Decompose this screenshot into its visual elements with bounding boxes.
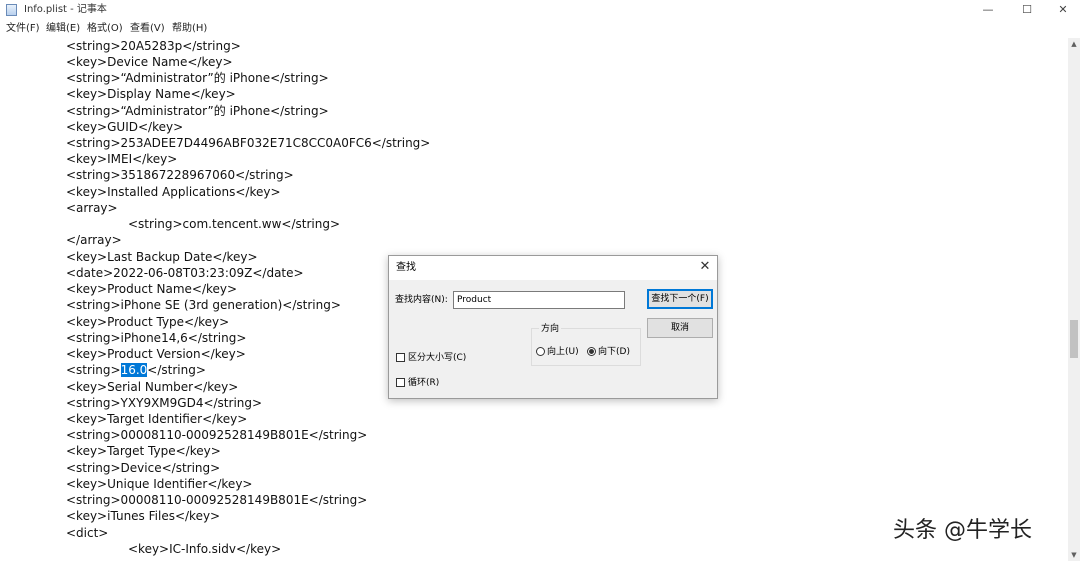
menu-edit[interactable]: 编辑(E) (46, 22, 80, 36)
find-what-label: 查找内容(N): (395, 295, 448, 305)
editor-line: <date>2022-06-08T03:23:09Z</date> (66, 266, 304, 280)
editor-line: <key>Target Identifier</key> (66, 412, 248, 426)
editor-line: <array> (66, 201, 118, 215)
find-dialog-close-icon[interactable]: ✕ (697, 259, 713, 275)
editor-line: <key>Device Name</key> (66, 55, 233, 69)
editor-line: <string>Device</string> (66, 461, 221, 475)
menu-file[interactable]: 文件(F) (6, 22, 40, 36)
editor-line: <dict> (66, 526, 109, 540)
menu-format[interactable]: 格式(O) (87, 22, 123, 36)
editor-line: <key>Installed Applications</key> (66, 185, 281, 199)
watermark-text: 头条 @牛学长 (893, 518, 1032, 543)
find-dialog-titlebar[interactable]: 查找 ✕ (389, 256, 717, 280)
match-case-checkbox[interactable] (396, 353, 405, 362)
editor-line: <string>253ADEE7D4496ABF032E71C8CC0A0FC6… (66, 136, 431, 150)
editor-line: <key>Unique Identifier</key> (66, 477, 253, 491)
editor-line: <string>iPhone SE (3rd generation)</stri… (66, 298, 341, 312)
editor-line-selected: <string>16.0</string> (66, 362, 206, 378)
editor-line: <key>Product Name</key> (66, 282, 238, 296)
editor-line: <key>Product Type</key> (66, 315, 230, 329)
editor-line: <key>iTunes Files</key> (66, 509, 221, 523)
scroll-up-arrow-icon[interactable]: ▲ (1068, 38, 1080, 50)
editor-line: <string>00008110-00092528149B801E</strin… (66, 493, 368, 507)
wrap-around-checkbox[interactable] (396, 378, 405, 387)
direction-up-radio[interactable] (536, 347, 545, 356)
editor-line: <string>YXY9XM9GD4</string> (66, 396, 263, 410)
text-selection: 16.0 (120, 363, 148, 377)
editor-line: <string>iPhone14,6</string> (66, 331, 247, 345)
find-dialog: 查找 ✕ 查找内容(N): 查找下一个(F) 取消 方向 向上(U) 向下(D)… (388, 255, 718, 399)
direction-down-label[interactable]: 向下(D) (598, 346, 630, 358)
direction-label: 方向 (539, 323, 562, 335)
window-title: Info.plist - 记事本 (24, 4, 107, 15)
editor-line: <key>IMEI</key> (66, 152, 178, 166)
editor-line: <string>351867228967060</string> (66, 168, 294, 182)
menu-view[interactable]: 查看(V) (130, 22, 165, 36)
direction-down-radio[interactable] (587, 347, 596, 356)
editor-line: <key>GUID</key> (66, 120, 184, 134)
close-button[interactable]: ✕ (1040, 0, 1080, 20)
find-next-button[interactable]: 查找下一个(F) (647, 289, 713, 309)
editor-line: <key>Target Type</key> (66, 444, 221, 458)
editor-line: <key>Product Version</key> (66, 347, 246, 361)
editor-line: <string>20A5283p</string> (66, 39, 241, 53)
wrap-around-label[interactable]: 循环(R) (408, 377, 439, 389)
match-case-label[interactable]: 区分大小写(C) (408, 352, 466, 364)
find-dialog-title: 查找 (396, 262, 416, 273)
editor-line: <key>Last Backup Date</key> (66, 250, 258, 264)
editor-line: <string>“Administrator”的 iPhone</string> (66, 71, 329, 85)
editor-line: <key>IC-Info.sidv</key> (128, 542, 282, 556)
selected-line-suffix: </string> (147, 363, 206, 377)
find-what-input[interactable] (453, 291, 625, 309)
title-bar: Info.plist - 记事本 — ☐ ✕ (0, 0, 1080, 20)
editor-line: </array> (66, 233, 122, 247)
selected-line-prefix: <string> (66, 363, 121, 377)
editor-line: <key>Display Name</key> (66, 87, 236, 101)
editor-line: <string>“Administrator”的 iPhone</string> (66, 104, 329, 118)
menu-help[interactable]: 帮助(H) (172, 22, 207, 36)
editor-line: <key>Serial Number</key> (66, 380, 239, 394)
menu-bar: 文件(F) 编辑(E) 格式(O) 查看(V) 帮助(H) (0, 20, 1080, 38)
editor-line: <string>com.tencent.ww</string> (128, 217, 341, 231)
scrollbar-thumb[interactable] (1070, 320, 1078, 358)
notepad-icon (6, 4, 17, 16)
editor-line: <string>00008110-00092528149B801E</strin… (66, 428, 368, 442)
cancel-button[interactable]: 取消 (647, 318, 713, 338)
direction-up-label[interactable]: 向上(U) (547, 346, 579, 358)
scroll-down-arrow-icon[interactable]: ▼ (1068, 549, 1080, 561)
vertical-scrollbar[interactable]: ▲ ▼ (1068, 38, 1080, 561)
